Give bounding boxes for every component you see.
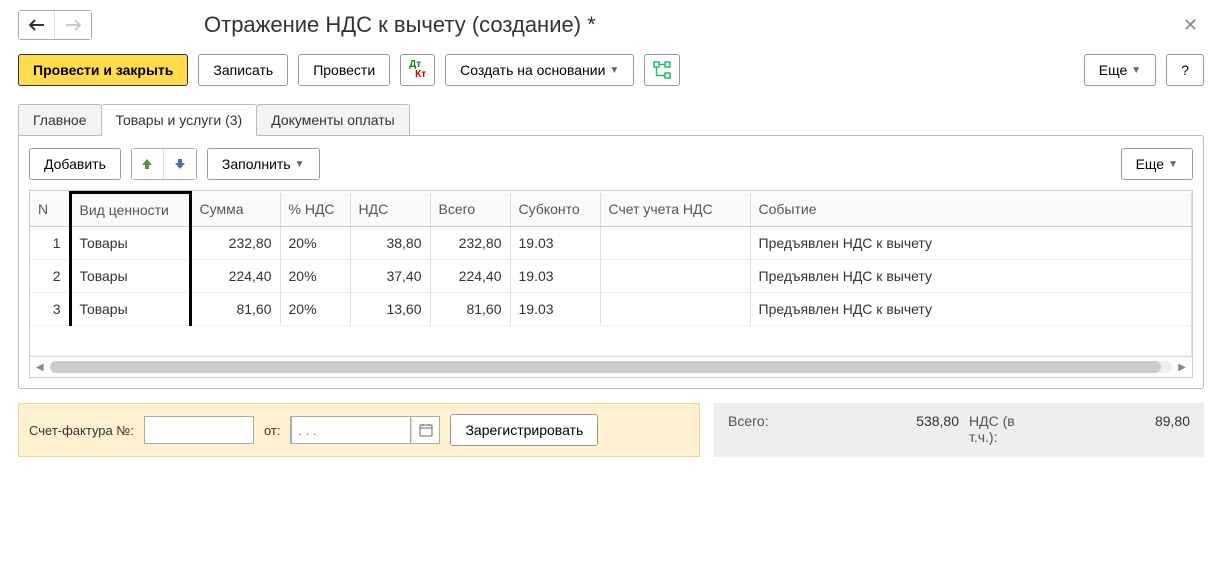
totals-nds-label: НДС (в т.ч.): <box>969 413 1019 445</box>
cell-sub[interactable]: 19.03 <box>510 260 600 293</box>
tab-goods[interactable]: Товары и услуги (3) <box>101 104 258 136</box>
cell-event[interactable]: Предъявлен НДС к вычету <box>750 293 1192 326</box>
invoice-panel: Счет-фактура №: от: Зарегистрировать <box>18 403 700 457</box>
arrow-up-icon <box>140 157 154 171</box>
totals-nds-value: 89,80 <box>1029 413 1190 429</box>
cell-sum[interactable]: 224,40 <box>190 260 280 293</box>
scroll-left-icon[interactable]: ◀ <box>36 362 44 373</box>
cell-sub[interactable]: 19.03 <box>510 293 600 326</box>
invoice-number-input[interactable] <box>144 416 254 444</box>
col-total[interactable]: Всего <box>430 193 510 227</box>
col-sum[interactable]: Сумма <box>190 193 280 227</box>
save-button[interactable]: Записать <box>198 54 288 86</box>
invoice-date-input[interactable] <box>291 416 411 444</box>
col-sub[interactable]: Субконто <box>510 193 600 227</box>
register-invoice-button[interactable]: Зарегистрировать <box>450 414 598 446</box>
cell-kind[interactable]: Товары <box>70 260 190 293</box>
chevron-down-icon: ▼ <box>295 159 305 170</box>
nav-back-button[interactable] <box>19 11 55 39</box>
cell-acct[interactable] <box>600 260 750 293</box>
cell-sub[interactable]: 19.03 <box>510 227 600 260</box>
cell-event[interactable]: Предъявлен НДС к вычету <box>750 227 1192 260</box>
move-down-button[interactable] <box>164 149 196 179</box>
post-and-close-button[interactable]: Провести и закрыть <box>18 54 188 86</box>
cell-kind[interactable]: Товары <box>70 227 190 260</box>
structure-button[interactable] <box>644 54 680 86</box>
col-pct[interactable]: % НДС <box>280 193 350 227</box>
nav-arrows <box>18 10 92 40</box>
cell-n[interactable]: 1 <box>30 227 70 260</box>
structure-icon <box>653 61 671 79</box>
post-button[interactable]: Провести <box>298 54 390 86</box>
col-acct[interactable]: Счет учета НДС <box>600 193 750 227</box>
cell-event[interactable]: Предъявлен НДС к вычету <box>750 260 1192 293</box>
cell-acct[interactable] <box>600 227 750 260</box>
page-title: Отражение НДС к вычету (создание) * <box>204 12 596 38</box>
cell-total[interactable]: 81,60 <box>430 293 510 326</box>
table-row[interactable]: 2Товары224,4020%37,40224,4019.03Предъявл… <box>30 260 1192 293</box>
fill-button[interactable]: Заполнить ▼ <box>207 148 320 180</box>
table-row[interactable]: 3Товары81,6020%13,6081,6019.03Предъявлен… <box>30 293 1192 326</box>
sub-more-button[interactable]: Еще ▼ <box>1121 148 1193 180</box>
main-toolbar: Провести и закрыть Записать Провести ДтК… <box>0 46 1222 100</box>
tab-main[interactable]: Главное <box>18 104 102 136</box>
cell-nds[interactable]: 38,80 <box>350 227 430 260</box>
help-button[interactable]: ? <box>1166 54 1204 86</box>
move-up-button[interactable] <box>132 149 164 179</box>
cell-acct[interactable] <box>600 293 750 326</box>
col-kind[interactable]: Вид ценности <box>70 193 190 227</box>
cell-n[interactable]: 2 <box>30 260 70 293</box>
table-row[interactable]: 1Товары232,8020%38,80232,8019.03Предъявл… <box>30 227 1192 260</box>
cell-pct[interactable]: 20% <box>280 293 350 326</box>
col-nds[interactable]: НДС <box>350 193 430 227</box>
cell-total[interactable]: 224,40 <box>430 260 510 293</box>
dtkt-button[interactable]: ДтКт <box>400 54 435 86</box>
chevron-down-icon: ▼ <box>1131 65 1141 76</box>
cell-pct[interactable]: 20% <box>280 260 350 293</box>
cell-kind[interactable]: Товары <box>70 293 190 326</box>
table-header-row: N Вид ценности Сумма % НДС НДС Всего Суб… <box>30 193 1192 227</box>
cell-pct[interactable]: 20% <box>280 227 350 260</box>
arrow-right-icon <box>65 19 81 31</box>
chevron-down-icon: ▼ <box>1168 159 1178 170</box>
close-button[interactable]: ✕ <box>1177 15 1204 36</box>
move-row-buttons <box>131 148 197 180</box>
nav-forward-button[interactable] <box>55 11 91 39</box>
cell-nds[interactable]: 37,40 <box>350 260 430 293</box>
cell-sum[interactable]: 232,80 <box>190 227 280 260</box>
tabs: Главное Товары и услуги (3) Документы оп… <box>0 104 1222 136</box>
arrow-down-icon <box>173 157 187 171</box>
totals-total-label: Всего: <box>728 413 788 429</box>
horizontal-scrollbar[interactable]: ◀ ▶ <box>30 356 1192 377</box>
add-row-button[interactable]: Добавить <box>29 148 121 180</box>
totals-panel: Всего: 538,80 НДС (в т.ч.): 89,80 <box>714 403 1204 457</box>
tab-payments[interactable]: Документы оплаты <box>256 104 410 136</box>
totals-total-value: 538,80 <box>798 413 959 429</box>
create-based-on-button[interactable]: Создать на основании ▼ <box>445 54 634 86</box>
scroll-right-icon[interactable]: ▶ <box>1178 362 1186 373</box>
col-event[interactable]: Событие <box>750 193 1192 227</box>
cell-nds[interactable]: 13,60 <box>350 293 430 326</box>
cell-sum[interactable]: 81,60 <box>190 293 280 326</box>
invoice-from-label: от: <box>264 423 281 438</box>
invoice-number-label: Счет-фактура №: <box>29 423 134 438</box>
col-n[interactable]: N <box>30 193 70 227</box>
tab-content: Добавить Заполнить ▼ Еще ▼ <box>18 135 1204 389</box>
arrow-left-icon <box>29 19 45 31</box>
goods-table: N Вид ценности Сумма % НДС НДС Всего Суб… <box>29 190 1193 378</box>
more-button[interactable]: Еще ▼ <box>1084 54 1156 86</box>
cell-n[interactable]: 3 <box>30 293 70 326</box>
dtkt-icon: ДтКт <box>409 60 426 80</box>
cell-total[interactable]: 232,80 <box>430 227 510 260</box>
chevron-down-icon: ▼ <box>609 65 619 76</box>
calendar-icon[interactable] <box>411 417 439 443</box>
